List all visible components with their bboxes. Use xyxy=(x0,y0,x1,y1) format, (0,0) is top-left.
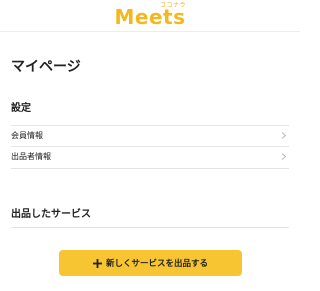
logo[interactable]: ココナラ Meets xyxy=(0,1,300,31)
settings-item-seller-info[interactable]: 出品者情報 xyxy=(11,147,289,169)
new-service-button[interactable]: 新しくサービスを出品する xyxy=(59,250,242,276)
new-service-button-label: 新しくサービスを出品する xyxy=(105,259,208,269)
settings-item-label: 会員情報 xyxy=(11,131,43,140)
chevron-right-icon xyxy=(281,153,287,160)
chevron-right-icon xyxy=(281,132,287,139)
logo-text: Meets xyxy=(114,5,186,29)
page-title: マイページ xyxy=(11,59,81,75)
settings-item-member-info[interactable]: 会員情報 xyxy=(11,125,289,147)
section-divider xyxy=(11,227,289,228)
settings-item-label: 出品者情報 xyxy=(11,152,51,161)
plus-icon xyxy=(92,258,102,268)
app-header: ココナラ Meets xyxy=(0,0,300,32)
listed-services-heading: 出品したサービス xyxy=(11,209,91,220)
settings-heading: 設定 xyxy=(11,103,31,114)
